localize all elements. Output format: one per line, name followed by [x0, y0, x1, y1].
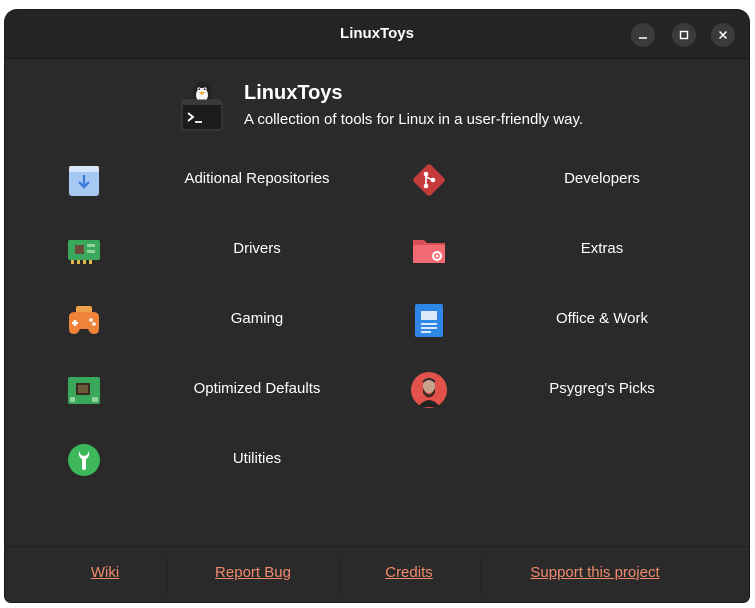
maximize-button[interactable] [672, 23, 696, 47]
wiki-link[interactable]: Wiki [83, 564, 127, 581]
app-header: LinuxToys A collection of tools for Linu… [180, 78, 640, 134]
maximize-icon [679, 30, 689, 40]
avatar-icon [411, 372, 447, 408]
category-gaming[interactable]: Gaming [65, 295, 405, 345]
title-bar[interactable]: LinuxToys [5, 10, 749, 59]
category-label: Drivers [233, 240, 281, 257]
minimize-icon [639, 37, 647, 39]
folder-gear-icon [413, 240, 445, 263]
cpu-chip-icon [68, 377, 100, 404]
report-bug-link[interactable]: Report Bug [205, 564, 301, 581]
repository-package-icon [69, 166, 99, 196]
document-icon [415, 304, 443, 337]
close-icon [718, 30, 728, 40]
category-psygregs-picks[interactable]: Psygreg's Picks [410, 365, 749, 415]
category-office-work[interactable]: Office & Work [410, 295, 749, 345]
category-optimized-defaults[interactable]: Optimized Defaults [65, 365, 405, 415]
support-project-link[interactable]: Support this project [520, 564, 670, 581]
circuit-board-icon [68, 240, 100, 264]
git-diamond-icon [413, 164, 445, 196]
minimize-button[interactable] [631, 23, 655, 47]
category-extras[interactable]: Extras [410, 225, 749, 275]
close-button[interactable] [711, 23, 735, 47]
category-label: Psygreg's Picks [549, 380, 655, 397]
app-window: LinuxToys LinuxToys A collection of tool… [5, 10, 749, 602]
category-label: Aditional Repositories [184, 170, 330, 187]
tux-terminal-icon [181, 81, 223, 131]
category-label: Gaming [230, 310, 284, 327]
category-label: Optimized Defaults [193, 380, 321, 397]
app-name: LinuxToys [244, 82, 343, 104]
footer-separator [480, 555, 481, 595]
credits-link[interactable]: Credits [379, 564, 439, 581]
category-label: Developers [564, 170, 640, 187]
gamepad-icon [69, 306, 99, 334]
footer-separator [167, 555, 168, 595]
category-label: Utilities [232, 450, 282, 467]
category-drivers[interactable]: Drivers [65, 225, 405, 275]
category-aditional-repositories[interactable]: Aditional Repositories [65, 155, 405, 205]
wrench-icon [68, 444, 100, 476]
app-subtitle: A collection of tools for Linux in a use… [244, 111, 584, 128]
footer-separator [339, 555, 340, 595]
category-developers[interactable]: Developers [410, 155, 749, 205]
category-label: Extras [580, 240, 624, 257]
category-utilities[interactable]: Utilities [65, 435, 405, 485]
category-label: Office & Work [556, 310, 648, 327]
footer-bar: Wiki Report Bug Credits Support this pro… [5, 546, 749, 602]
